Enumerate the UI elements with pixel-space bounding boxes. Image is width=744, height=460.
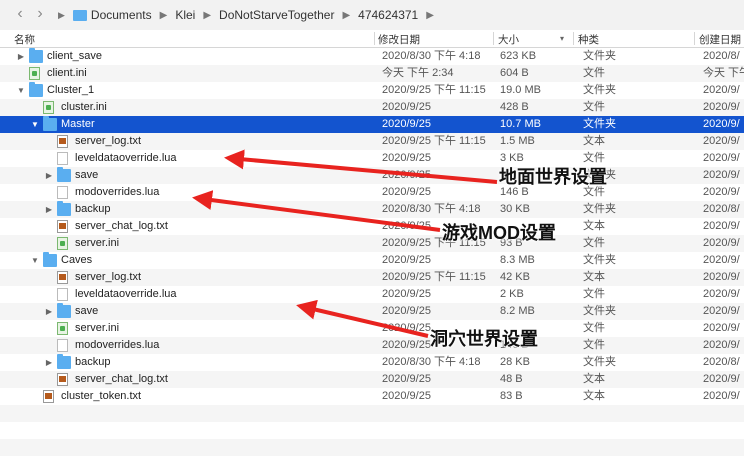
arrow-to-caves-leveldata	[296, 299, 429, 338]
arrow-to-surface-leveldata	[224, 149, 498, 184]
annotation-caves: 洞穴世界设置	[430, 329, 538, 349]
annotation-surface: 地面世界设置	[499, 167, 607, 187]
annotation-arrows	[192, 149, 498, 338]
annotation-mod: 游戏MOD设置	[442, 223, 556, 243]
arrow-to-modoverrides	[192, 190, 441, 232]
